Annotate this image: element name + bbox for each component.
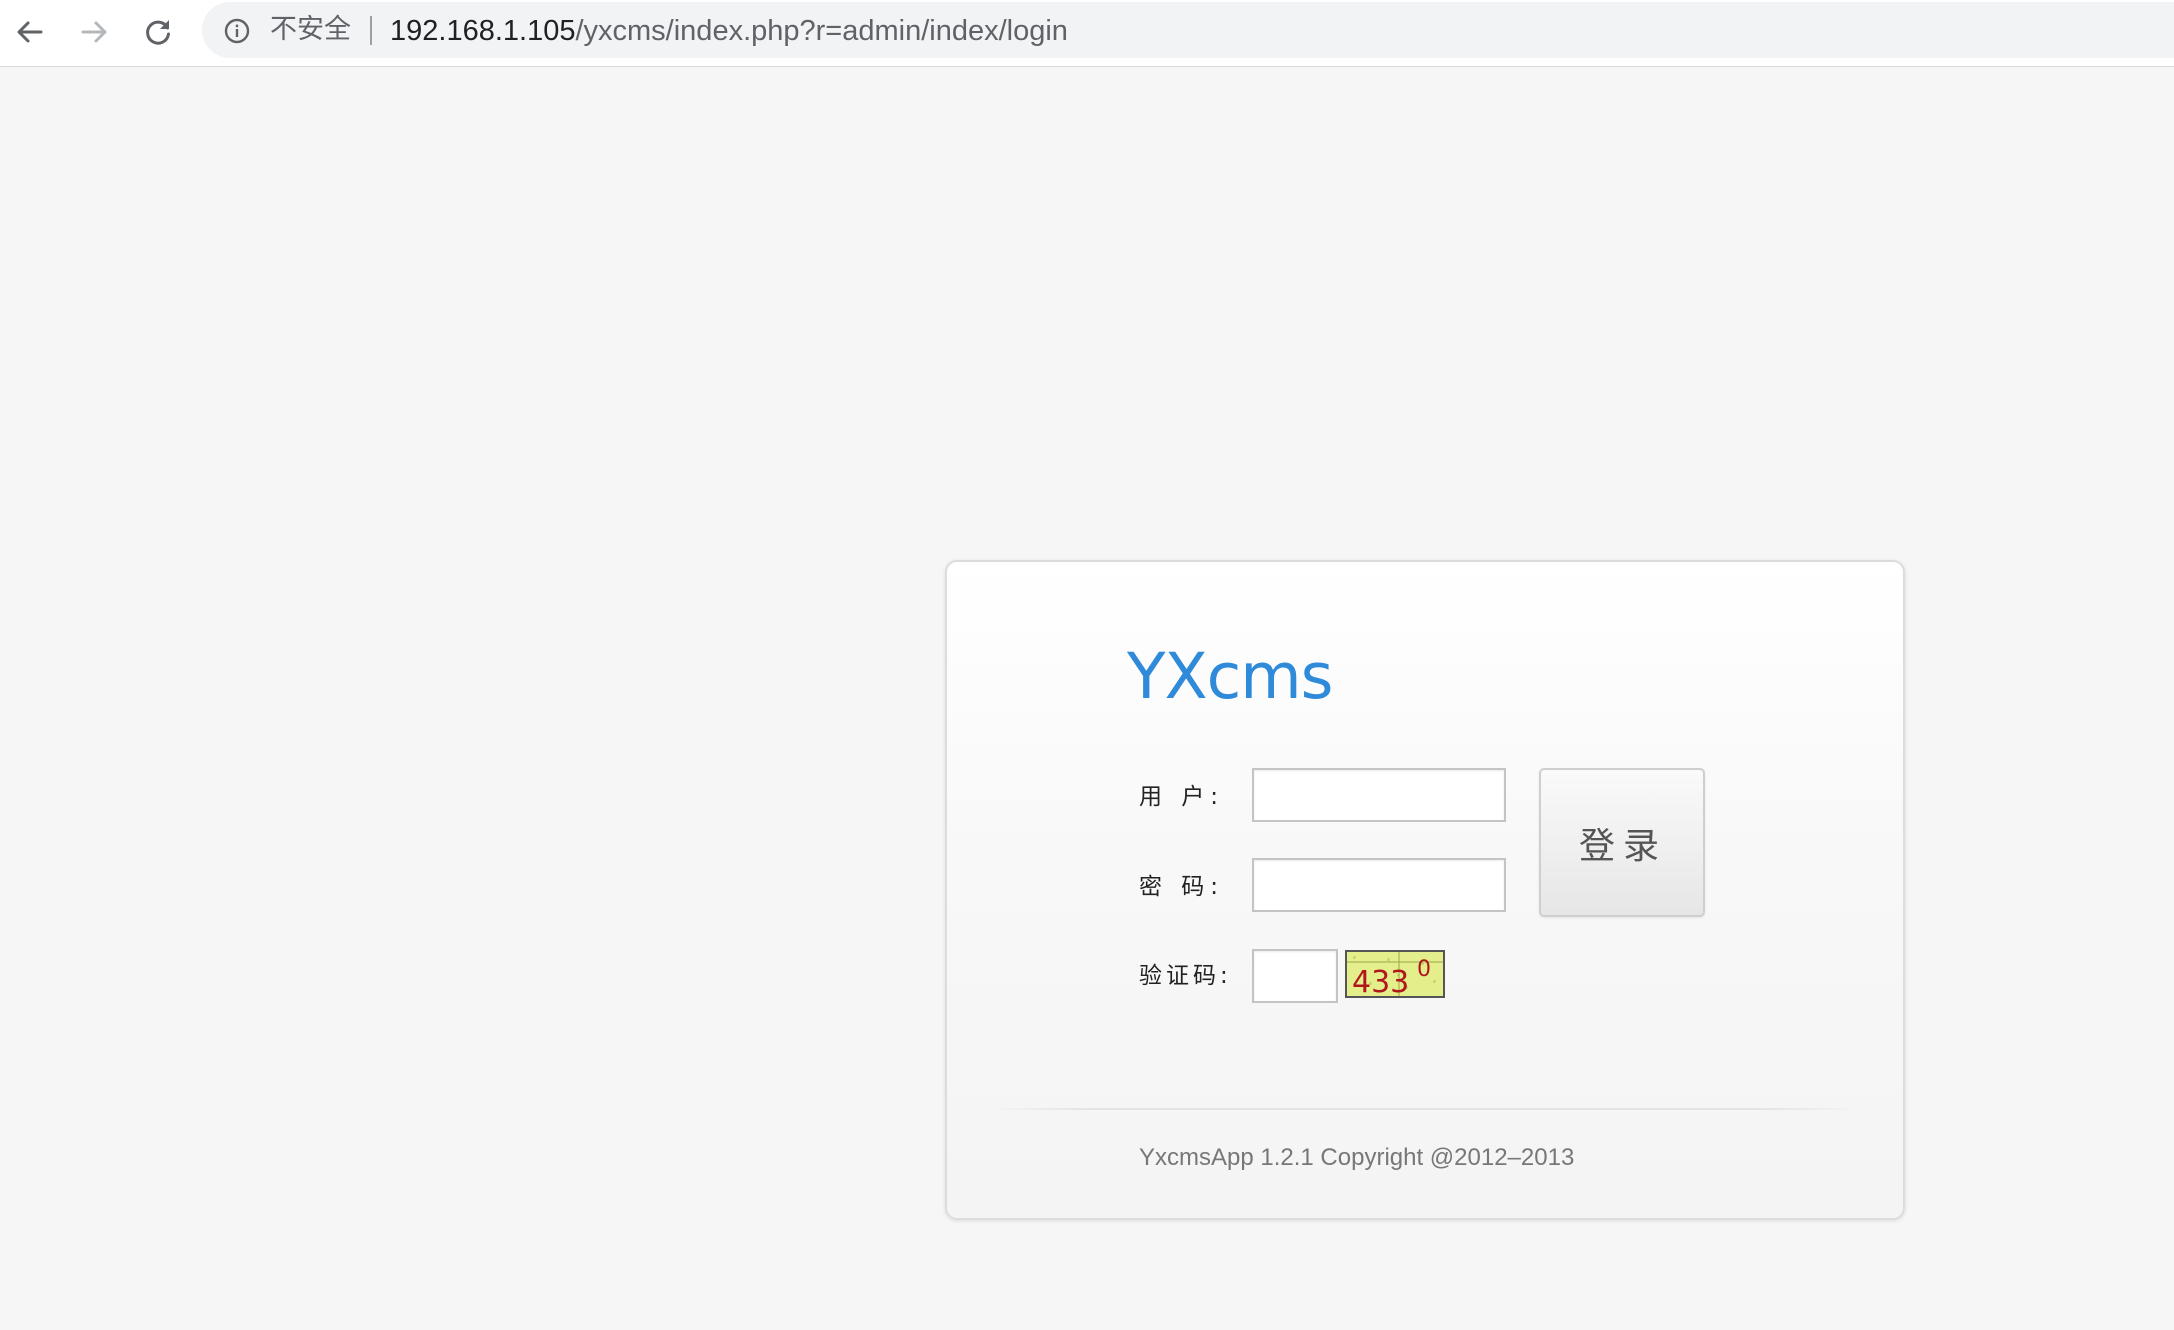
captcha-input[interactable] [1252, 949, 1338, 1003]
logo: YXcms [1127, 640, 1333, 713]
login-panel: YXcms 用 户: 密 码: 验证码: 433 0 登录 YxcmsApp 1… [945, 560, 1905, 1220]
reload-icon [146, 20, 170, 45]
copyright-text: YxcmsApp 1.2.1 Copyright @2012–2013 [1139, 1144, 1575, 1171]
captcha-graphic: 433 0 [1347, 952, 1443, 996]
password-label: 密 码: [1139, 874, 1225, 900]
arrow-right-icon [81, 21, 107, 43]
forward-button[interactable] [70, 8, 118, 56]
footer-divider [987, 1108, 1863, 1110]
login-button[interactable]: 登录 [1539, 768, 1705, 917]
info-icon[interactable] [224, 18, 250, 44]
svg-text:433: 433 [1352, 965, 1409, 996]
username-label: 用 户: [1139, 784, 1225, 810]
security-status-label[interactable]: 不安全 [270, 15, 351, 45]
url-host: 192.168.1.105 [390, 15, 576, 47]
captcha-image[interactable]: 433 0 [1345, 950, 1445, 998]
arrow-left-icon [17, 21, 43, 43]
username-input[interactable] [1252, 768, 1506, 822]
login-page: { "browser": { "security_label": "不安全", … [0, 0, 2174, 1330]
browser-toolbar: 不安全 192.168.1.105/yxcms/index.php?r=admi… [0, 0, 2174, 67]
password-input[interactable] [1252, 858, 1506, 912]
captcha-label: 验证码: [1139, 963, 1232, 989]
address-bar[interactable]: 不安全 192.168.1.105/yxcms/index.php?r=admi… [202, 2, 2174, 58]
reload-button[interactable] [134, 8, 182, 56]
url-text[interactable]: 192.168.1.105/yxcms/index.php?r=admin/in… [390, 15, 1068, 47]
url-path: /yxcms/index.php?r=admin/index/login [575, 15, 1068, 47]
svg-text:0: 0 [1417, 957, 1431, 982]
address-separator [370, 16, 372, 45]
back-button[interactable] [6, 8, 54, 56]
